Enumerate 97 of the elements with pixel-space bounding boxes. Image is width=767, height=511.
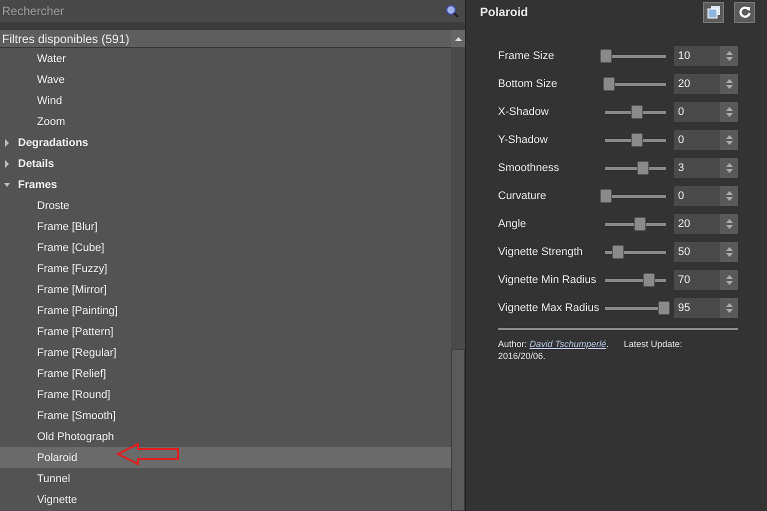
value-field[interactable]: 20 [674, 74, 720, 94]
caret-down-icon[interactable] [726, 197, 732, 201]
filter-item[interactable]: Zoom [0, 111, 451, 132]
filter-item[interactable]: Droste [0, 195, 451, 216]
caret-up-icon[interactable] [726, 135, 732, 139]
filter-item[interactable]: Frame [Pattern] [0, 321, 451, 342]
spin-stepper[interactable] [720, 214, 738, 234]
slider-thumb[interactable] [658, 301, 670, 315]
spin-stepper[interactable] [720, 130, 738, 150]
value-field[interactable]: 95 [674, 298, 720, 318]
slider-thumb[interactable] [630, 133, 642, 147]
slider-thumb[interactable] [630, 105, 642, 119]
filter-item[interactable]: Wind [0, 90, 451, 111]
reset-button[interactable] [734, 2, 755, 22]
category-item[interactable]: Frames [0, 174, 451, 195]
caret-down-icon[interactable] [726, 253, 732, 257]
caret-down-icon[interactable] [726, 57, 732, 61]
filter-title: Polaroid [480, 5, 528, 19]
spin-stepper[interactable] [720, 46, 738, 66]
slider-thumb[interactable] [636, 161, 649, 175]
filter-item[interactable]: Frame [Mirror] [0, 279, 451, 300]
filter-item[interactable]: Water [0, 48, 451, 69]
caret-up-icon[interactable] [726, 275, 732, 279]
caret-up-icon[interactable] [726, 79, 732, 83]
slider-thumb[interactable] [600, 49, 612, 63]
caret-down-icon[interactable] [726, 169, 732, 173]
caret-up-icon[interactable] [726, 219, 732, 223]
filter-item[interactable]: Frame [Smooth] [0, 405, 451, 426]
author-info: Author: David Tschumperlé. Latest Update: 2016/20/06. [498, 338, 684, 362]
filter-item[interactable]: Polaroid [0, 447, 451, 468]
value-field[interactable]: 0 [674, 130, 720, 150]
spin-stepper[interactable] [720, 242, 738, 262]
parameter-label: X-Shadow [498, 106, 550, 118]
copy-button[interactable] [703, 2, 724, 22]
parameter-label: Vignette Strength [498, 246, 584, 258]
caret-up-icon[interactable] [726, 303, 732, 307]
filter-item[interactable]: Frame [Fuzzy] [0, 258, 451, 279]
value-field[interactable]: 70 [674, 270, 720, 290]
filter-item[interactable]: Frame [Blur] [0, 216, 451, 237]
spin-stepper[interactable] [720, 270, 738, 290]
collapsed-arrow-icon[interactable] [4, 138, 10, 146]
filter-item[interactable]: Old Photograph [0, 426, 451, 447]
refresh-icon [738, 6, 750, 18]
slider-thumb[interactable] [603, 77, 616, 91]
caret-up-icon[interactable] [726, 247, 732, 251]
value-field[interactable]: 0 [674, 102, 720, 122]
filter-item[interactable]: Vignette [0, 489, 451, 510]
slider-thumb[interactable] [600, 189, 612, 203]
value-field[interactable]: 50 [674, 242, 720, 262]
caret-up-icon[interactable] [726, 51, 732, 55]
filter-item[interactable]: Frame [Round] [0, 384, 451, 405]
slider-thumb[interactable] [634, 217, 646, 231]
parameter-label: Angle [498, 218, 528, 230]
caret-up-icon[interactable] [726, 107, 732, 111]
value-field[interactable]: 3 [674, 158, 720, 178]
parameter-label: Vignette Min Radius [498, 274, 598, 286]
caret-down-icon[interactable] [726, 113, 732, 117]
expanded-arrow-icon[interactable] [4, 180, 10, 188]
scroll-up-icon[interactable] [454, 36, 462, 40]
filter-item[interactable]: Frame [Painting] [0, 300, 451, 321]
parameter-label: Vignette Max Radius [498, 302, 600, 314]
author-link[interactable]: David Tschumperlé [530, 339, 606, 349]
scrollbar[interactable] [451, 30, 465, 511]
caret-down-icon[interactable] [726, 141, 732, 145]
spin-stepper[interactable] [720, 186, 738, 206]
value-field[interactable]: 20 [674, 214, 720, 234]
caret-down-icon[interactable] [726, 85, 732, 89]
filter-item[interactable]: Tunnel [0, 468, 451, 489]
spin-stepper[interactable] [720, 74, 738, 94]
arrow-icon [116, 442, 180, 466]
value-field[interactable]: 0 [674, 186, 720, 206]
filter-item[interactable]: Frame [Cube] [0, 237, 451, 258]
parameter-label: Curvature [498, 190, 548, 202]
spin-stepper[interactable] [720, 158, 738, 178]
filter-item[interactable]: Wave [0, 69, 451, 90]
caret-up-icon[interactable] [726, 163, 732, 167]
list-header: Filtres disponibles (591) [0, 30, 451, 48]
filter-item[interactable]: Frame [Regular] [0, 342, 451, 363]
caret-up-icon[interactable] [726, 191, 732, 195]
category-item[interactable]: Details [0, 153, 451, 174]
caret-down-icon[interactable] [726, 281, 732, 285]
spin-stepper[interactable] [720, 102, 738, 122]
windows-icon [706, 5, 720, 19]
caret-down-icon[interactable] [726, 309, 732, 313]
value-field[interactable]: 10 [674, 46, 720, 66]
parameter-label: Y-Shadow [498, 134, 549, 146]
parameter-label: Frame Size [498, 50, 556, 62]
category-item[interactable]: Degradations [0, 132, 451, 153]
spin-stepper[interactable] [720, 298, 738, 318]
parameter-label: Smoothness [498, 162, 560, 174]
slider-thumb[interactable] [612, 245, 624, 259]
filter-item[interactable]: Frame [Relief] [0, 363, 451, 384]
caret-down-icon[interactable] [726, 225, 732, 229]
search-icon[interactable] [445, 4, 459, 18]
slider-thumb[interactable] [642, 273, 655, 287]
collapsed-arrow-icon[interactable] [4, 160, 10, 168]
parameter-label: Bottom Size [498, 78, 558, 90]
